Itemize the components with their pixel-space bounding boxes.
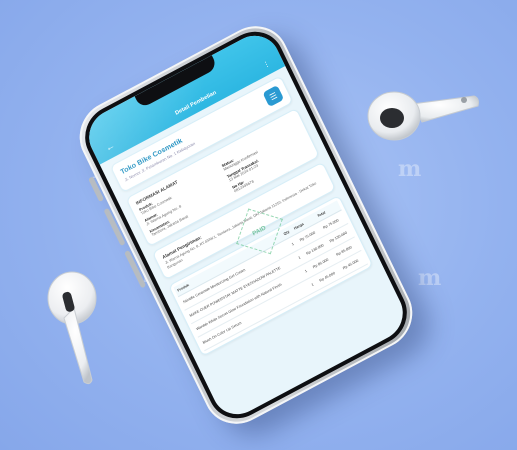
earbud-left-icon [47,271,97,385]
earbud-right-icon [367,91,479,141]
stamp-text: PAID [251,225,268,238]
watermark: m [398,156,421,182]
product-mockup-scene: m m m m [0,0,517,450]
document-icon[interactable]: ☰ [262,84,285,108]
back-icon[interactable]: ← [104,140,117,153]
watermark: m [418,265,441,291]
